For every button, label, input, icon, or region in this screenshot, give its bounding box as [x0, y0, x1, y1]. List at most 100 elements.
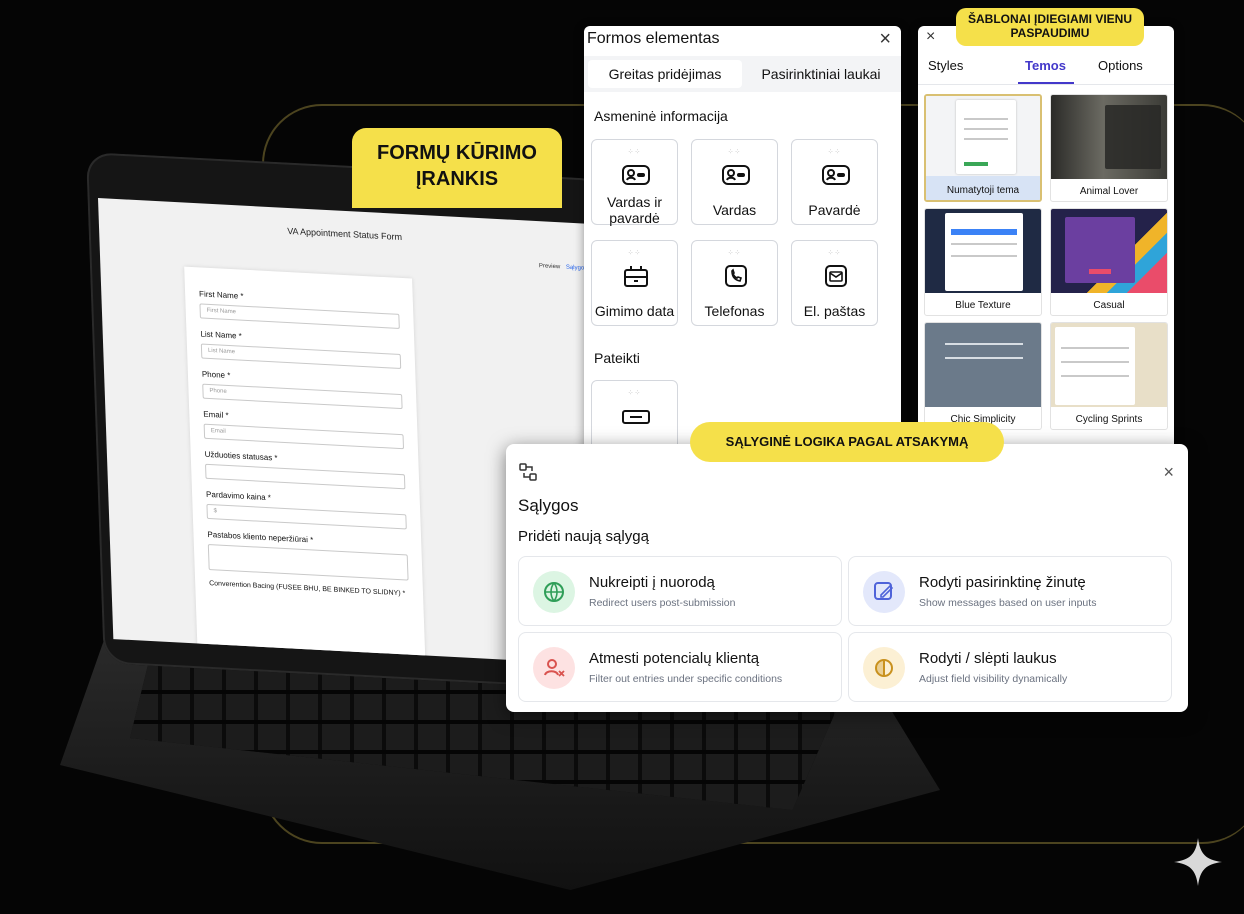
theme-thumbnail	[925, 209, 1041, 293]
tile-email[interactable]: ⁘⁘ El. paštas	[791, 240, 878, 326]
builder-tag: FORMŲ KŪRIMO ĮRANKIS	[352, 128, 562, 208]
section-heading: Pateikti	[594, 350, 640, 366]
drag-handle-icon[interactable]: ⁘⁘	[692, 249, 777, 257]
preview-link[interactable]: Preview	[539, 263, 561, 270]
tile-label: Vardas	[712, 202, 757, 218]
section-heading: Pridėti naują sąlygą	[518, 528, 649, 545]
drag-handle-icon[interactable]: ⁘⁘	[592, 389, 677, 397]
tab-quick-add[interactable]: Greitas pridėjimas	[588, 60, 742, 88]
field-label: Phone *	[201, 369, 231, 381]
condition-redirect[interactable]: Nukreipti į nuorodą Redirect users post-…	[518, 556, 842, 626]
logic-tag: SĄLYGINĖ LOGIKA PAGAL ATSAKYMĄ	[690, 422, 1004, 462]
button-icon	[622, 410, 650, 424]
condition-description: Adjust field visibility dynamically	[919, 673, 1068, 685]
tile-label: El. paštas	[803, 303, 866, 319]
birthday-cake-icon	[624, 266, 648, 287]
divider	[918, 84, 1174, 85]
mail-icon	[825, 265, 847, 287]
notes-textarea[interactable]	[207, 543, 409, 581]
theme-name: Animal Lover	[1079, 186, 1139, 197]
id-card-icon	[622, 165, 650, 185]
panel-title: Formos elementas	[587, 30, 720, 47]
tab-custom-fields[interactable]: Pasirinktiniai laukai	[746, 60, 896, 88]
condition-custom-message[interactable]: Rodyti pasirinktinę žinutę Show messages…	[848, 556, 1172, 626]
visibility-toggle-icon	[863, 647, 905, 689]
theme-thumbnail	[926, 96, 1040, 180]
theme-thumbnail	[1051, 323, 1167, 407]
theme-name: Numatytoji tema	[946, 185, 1020, 196]
condition-title: Nukreipti į nuorodą	[589, 574, 715, 591]
tile-label: Vardas ir pavardė	[607, 194, 662, 226]
theme-thumbnail	[1051, 95, 1167, 179]
field-label: Converention Bacing (FUSEE BHU, BE BINKE…	[209, 580, 406, 598]
condition-description: Show messages based on user inputs	[919, 597, 1097, 609]
theme-card-animal-lover[interactable]: Animal Lover	[1050, 94, 1168, 202]
phone-icon	[725, 265, 747, 287]
last-name-input[interactable]: List Name	[200, 343, 402, 370]
sparkle-icon	[1174, 838, 1222, 886]
tile-first-name[interactable]: ⁘⁘ Vardas	[691, 139, 778, 225]
condition-title: Rodyti pasirinktinę žinutę	[919, 574, 1086, 591]
tile-label: Gimimo data	[594, 303, 675, 319]
form-element-panel: Formos elementas × Greitas pridėjimas Pa…	[584, 26, 901, 456]
conditions-icon	[519, 463, 537, 481]
condition-description: Filter out entries under specific condit…	[589, 673, 783, 685]
drag-handle-icon[interactable]: ⁘⁘	[792, 249, 877, 257]
theme-card-default[interactable]: Numatytoji tema	[924, 94, 1042, 202]
close-icon[interactable]: ×	[926, 28, 935, 46]
field-label: Pardavimo kaina *	[205, 489, 272, 503]
field-label: Užduoties statusas *	[204, 449, 278, 463]
templates-tag: ŠABLONAI ĮDIEGIAMI VIENU PASPAUDIMU	[956, 8, 1144, 46]
email-input[interactable]: Email	[203, 423, 405, 450]
theme-name: Casual	[1093, 300, 1125, 311]
edit-message-icon	[863, 571, 905, 613]
conditions-panel: × Sąlygos Pridėti naują sąlygą Nukreipti…	[506, 444, 1188, 712]
close-icon[interactable]: ×	[1163, 462, 1174, 483]
theme-card-cycling-sprints[interactable]: Cycling Sprints	[1050, 322, 1168, 430]
section-heading: Asmeninė informacija	[594, 108, 728, 124]
field-label: Pastabos kliento neperžiūrai *	[207, 529, 314, 545]
tile-phone[interactable]: ⁘⁘ Telefonas	[691, 240, 778, 326]
templates-panel: × Styles Temos Options Numatytoji tema A…	[918, 26, 1174, 456]
field-label: Email *	[203, 409, 229, 421]
condition-title: Atmesti potencialų klientą	[589, 650, 760, 667]
theme-thumbnail	[925, 323, 1041, 407]
condition-reject-lead[interactable]: Atmesti potencialų klientą Filter out en…	[518, 632, 842, 702]
id-card-icon	[722, 165, 750, 185]
tile-label: Telefonas	[704, 303, 765, 319]
tab-styles[interactable]: Styles	[928, 58, 963, 73]
id-card-icon	[822, 165, 850, 185]
phone-input[interactable]: Phone	[202, 383, 403, 410]
status-select[interactable]	[205, 463, 406, 490]
theme-thumbnail	[1051, 209, 1167, 293]
form-title: VA Appointment Status Form	[287, 225, 403, 243]
condition-show-hide-fields[interactable]: Rodyti / slėpti laukus Adjust field visi…	[848, 632, 1172, 702]
price-input[interactable]: $	[206, 503, 407, 530]
screen-top-links: Preview Sąlygos	[535, 263, 588, 272]
tile-last-name[interactable]: ⁘⁘ Pavardė	[791, 139, 878, 225]
tab-themes[interactable]: Temos	[1025, 58, 1066, 73]
drag-handle-icon[interactable]: ⁘⁘	[692, 148, 777, 156]
form-preview-card: First Name * First Name List Name * List…	[184, 266, 427, 665]
close-icon[interactable]: ×	[879, 28, 891, 51]
condition-description: Redirect users post-submission	[589, 597, 736, 609]
first-name-input[interactable]: First Name	[199, 303, 400, 329]
tile-birth-date[interactable]: ⁘⁘ Gimimo data	[591, 240, 678, 326]
panel-title: Sąlygos	[518, 496, 579, 515]
redirect-globe-icon	[533, 571, 575, 613]
field-label: List Name *	[200, 329, 242, 341]
theme-name: Blue Texture	[955, 300, 1011, 311]
theme-card-chic-simplicity[interactable]: Chic Simplicity	[924, 322, 1042, 430]
tile-label: Pavardė	[808, 202, 861, 218]
condition-title: Rodyti / slėpti laukus	[919, 650, 1057, 667]
field-label: First Name *	[198, 289, 244, 301]
panel-tabs: Greitas pridėjimas Pasirinktiniai laukai	[584, 56, 901, 92]
user-reject-icon	[533, 647, 575, 689]
tab-options[interactable]: Options	[1098, 58, 1143, 73]
drag-handle-icon[interactable]: ⁘⁘	[792, 148, 877, 156]
drag-handle-icon[interactable]: ⁘⁘	[592, 148, 677, 156]
theme-card-casual[interactable]: Casual	[1050, 208, 1168, 316]
tile-full-name[interactable]: ⁘⁘ Vardas ir pavardė	[591, 139, 678, 226]
drag-handle-icon[interactable]: ⁘⁘	[592, 249, 677, 257]
theme-card-blue-texture[interactable]: Blue Texture	[924, 208, 1042, 316]
